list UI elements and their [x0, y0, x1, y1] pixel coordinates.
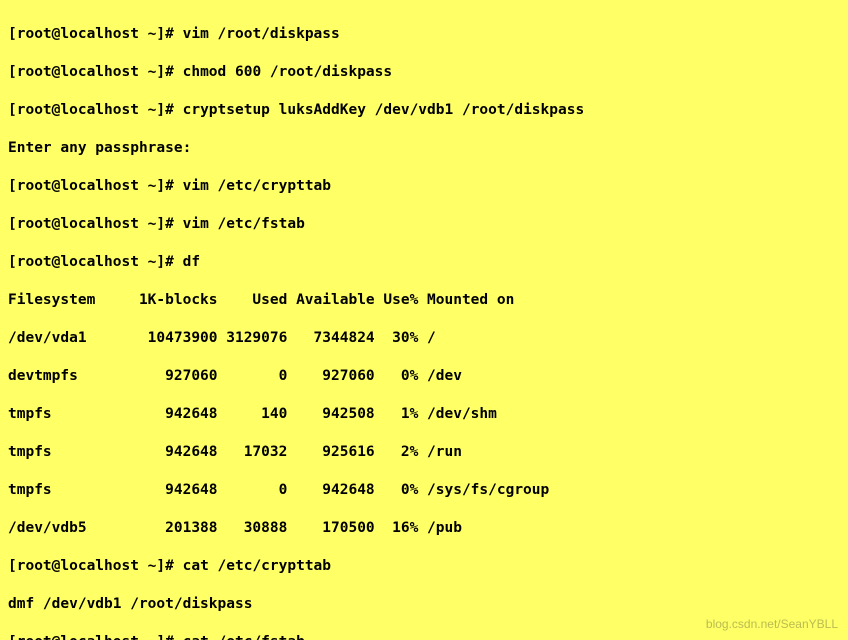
prompt: [root@localhost ~]#: [8, 254, 183, 270]
prompt: [root@localhost ~]#: [8, 26, 183, 42]
prompt: [root@localhost ~]#: [8, 102, 183, 118]
df-row: tmpfs 942648 0 942648 0% /sys/fs/cgroup: [8, 481, 840, 500]
prompt: [root@localhost ~]#: [8, 216, 183, 232]
crypttab-line: dmf /dev/vdb1 /root/diskpass: [8, 595, 840, 614]
prompt: [root@localhost ~]#: [8, 178, 183, 194]
command: vim /root/diskpass: [183, 26, 340, 42]
df-header: Filesystem 1K-blocks Used Available Use%…: [8, 291, 840, 310]
command: vim /etc/fstab: [183, 216, 305, 232]
df-row: devtmpfs 927060 0 927060 0% /dev: [8, 367, 840, 386]
command: chmod 600 /root/diskpass: [183, 64, 393, 80]
df-row: /dev/vdb5 201388 30888 170500 16% /pub: [8, 519, 840, 538]
prompt: [root@localhost ~]#: [8, 634, 183, 640]
prompt: [root@localhost ~]#: [8, 64, 183, 80]
prompt: [root@localhost ~]#: [8, 558, 183, 574]
command: cryptsetup luksAddKey /dev/vdb1 /root/di…: [183, 102, 585, 118]
output-line: Enter any passphrase:: [8, 139, 840, 158]
command: df: [183, 254, 200, 270]
df-row: /dev/vda1 10473900 3129076 7344824 30% /: [8, 329, 840, 348]
command: cat /etc/fstab: [183, 634, 305, 640]
watermark: blog.csdn.net/SeanYBLL: [706, 615, 838, 634]
command: cat /etc/crypttab: [183, 558, 331, 574]
command: vim /etc/crypttab: [183, 178, 331, 194]
df-row: tmpfs 942648 140 942508 1% /dev/shm: [8, 405, 840, 424]
df-row: tmpfs 942648 17032 925616 2% /run: [8, 443, 840, 462]
terminal-output: [root@localhost ~]# vim /root/diskpass […: [8, 6, 840, 640]
